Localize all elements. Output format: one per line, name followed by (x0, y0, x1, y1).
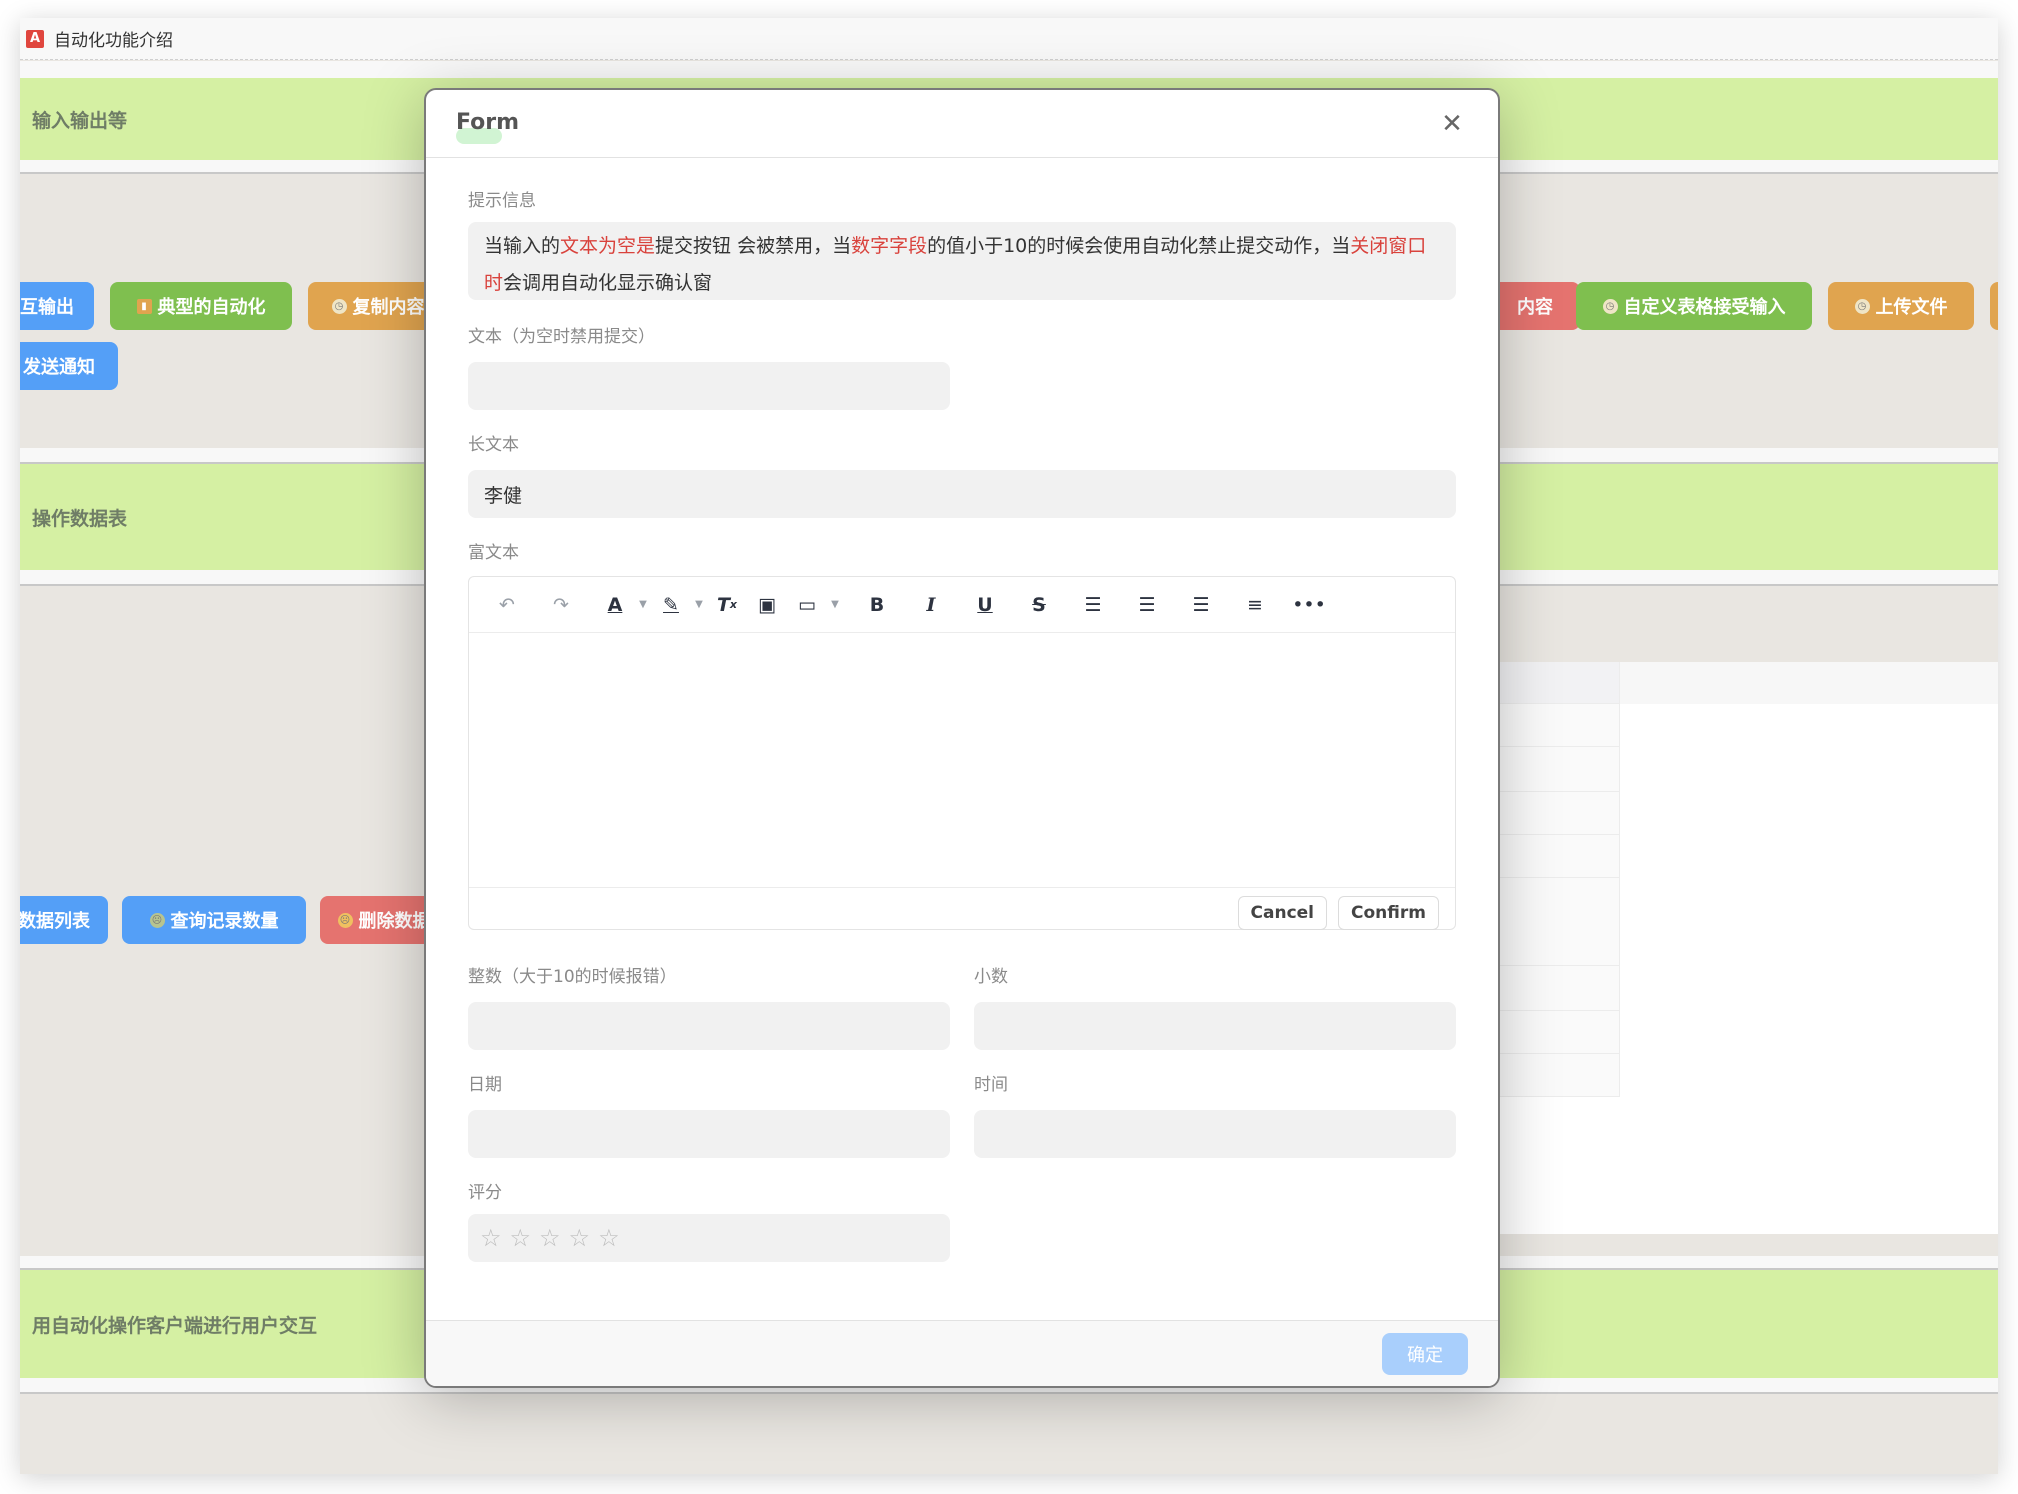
bg-button-partial[interactable] (1990, 282, 1998, 330)
dialog-footer: 确定 (426, 1320, 1498, 1386)
table-cell (1498, 1011, 1620, 1054)
rating-input[interactable]: ☆ ☆ ☆ ☆ ☆ (468, 1214, 950, 1262)
hint-highlight-text: 数字字段 (851, 235, 928, 257)
bg-button-notify[interactable]: 发送通知 (20, 342, 118, 390)
long-text-field[interactable] (468, 470, 1456, 518)
embed-dropdown-icon[interactable]: ▼ (827, 585, 843, 625)
section-body-interaction (20, 1394, 1998, 1474)
clock-icon: ◷ (1854, 298, 1870, 314)
time-label: 时间 (974, 1075, 1008, 1095)
font-color-dropdown-icon[interactable]: ▼ (635, 585, 651, 625)
star-icon[interactable]: ☆ (539, 1224, 561, 1252)
star-icon[interactable]: ☆ (480, 1224, 502, 1252)
integer-field[interactable] (468, 1002, 950, 1050)
section-label: 操作数据表 (32, 507, 128, 530)
bg-button-content[interactable]: 内容 (1490, 282, 1580, 330)
redo-icon[interactable]: ↷ (541, 585, 581, 625)
chart-icon: ▮ (136, 298, 152, 314)
time-field[interactable] (974, 1110, 1456, 1158)
dialog-title: Form (456, 110, 520, 135)
ok-button[interactable]: 确定 (1382, 1333, 1468, 1375)
star-icon[interactable]: ☆ (510, 1224, 532, 1252)
hint-highlight-text: 文本为空是 (560, 235, 656, 257)
more-icon[interactable]: ••• (1289, 585, 1329, 625)
rich-text-label: 富文本 (468, 543, 519, 563)
clock-icon: ◷ (331, 298, 347, 314)
table-cell (1498, 792, 1620, 835)
bold-icon[interactable]: B (857, 585, 897, 625)
bg-data-table (1498, 614, 1998, 1234)
rich-text-footer: Cancel Confirm (469, 887, 1455, 931)
bg-button-typical-automation[interactable]: ▮ 典型的自动化 (110, 282, 292, 330)
underline-icon[interactable]: U (965, 585, 1005, 625)
decimal-label: 小数 (974, 967, 1008, 987)
dialog-header: Form ✕ (426, 90, 1498, 158)
hint-label: 提示信息 (468, 191, 536, 211)
table-toolbar (1498, 614, 1998, 662)
table-cell (1498, 704, 1620, 747)
font-color-icon[interactable]: A (595, 585, 635, 625)
highlight-dropdown-icon[interactable]: ▼ (691, 585, 707, 625)
rich-text-toolbar: ↶ ↷ A ▼ ✎ ▼ Tx ▣ ▭ ▼ B I U S ☰ ☰ ☰ ≡ ••• (469, 577, 1455, 633)
decimal-field[interactable] (974, 1002, 1456, 1050)
justify-icon[interactable]: ≡ (1235, 585, 1275, 625)
face-icon: ☹ (337, 912, 353, 928)
section-label: 输入输出等 (32, 109, 128, 132)
align-left-icon[interactable]: ☰ (1073, 585, 1113, 625)
hint-text: 的值小于10的时候会使用自动化禁止提交动作，当 (927, 235, 1351, 257)
table-cell (1498, 662, 1620, 704)
hint-box: 当输入的文本为空是提交按钮 会被禁用，当数字字段的值小于10的时候会使用自动化禁… (468, 222, 1456, 300)
rating-label: 评分 (468, 1183, 502, 1203)
date-label: 日期 (468, 1075, 502, 1095)
integer-label: 整数（大于10的时候报错） (468, 967, 677, 987)
section-label: 用自动化操作客户端进行用户交互 (32, 1314, 318, 1337)
undo-icon[interactable]: ↶ (487, 585, 527, 625)
highlight-icon[interactable]: ✎ (651, 585, 691, 625)
table-cell (1498, 966, 1620, 1011)
embed-icon[interactable]: ▭ (787, 585, 827, 625)
table-cell (1498, 878, 1620, 966)
hint-text: 当输入的 (484, 235, 561, 257)
rich-text-confirm-button[interactable]: Confirm (1338, 896, 1439, 930)
clear-format-icon[interactable]: Tx (707, 585, 747, 625)
rich-text-cancel-button[interactable]: Cancel (1237, 896, 1327, 930)
strikethrough-icon[interactable]: S (1019, 585, 1059, 625)
text-field[interactable] (468, 362, 950, 410)
app-title: 自动化功能介绍 (54, 31, 173, 51)
rich-text-content[interactable] (469, 633, 1455, 887)
clock-icon: ◷ (1602, 298, 1618, 314)
star-icon[interactable]: ☆ (598, 1224, 620, 1252)
bg-button-data-list[interactable]: 数据列表 (20, 896, 108, 944)
align-right-icon[interactable]: ☰ (1181, 585, 1221, 625)
close-icon[interactable]: ✕ (1434, 106, 1470, 142)
form-dialog: Form ✕ 提示信息 当输入的文本为空是提交按钮 会被禁用，当数字字段的值小于… (424, 88, 1500, 1388)
hint-text: 提交按钮 会被禁用，当 (655, 235, 852, 257)
align-center-icon[interactable]: ☰ (1127, 585, 1167, 625)
image-icon[interactable]: ▣ (747, 585, 787, 625)
bg-button-query-count[interactable]: ☹ 查询记录数量 (122, 896, 306, 944)
table-cell (1498, 1054, 1620, 1097)
text-field-label: 文本（为空时禁用提交） (468, 327, 655, 347)
hint-text: 会调用自动化显示确认窗 (503, 272, 713, 294)
rich-text-editor: ↶ ↷ A ▼ ✎ ▼ Tx ▣ ▭ ▼ B I U S ☰ ☰ ☰ ≡ •••… (468, 576, 1456, 930)
date-field[interactable] (468, 1110, 950, 1158)
face-icon: ☹ (149, 912, 165, 928)
long-text-label: 长文本 (468, 435, 519, 455)
bg-button-upload[interactable]: ◷ 上传文件 (1828, 282, 1974, 330)
star-icon[interactable]: ☆ (569, 1224, 591, 1252)
bg-button-io[interactable]: 互输出 (20, 282, 94, 330)
table-cell (1498, 835, 1620, 878)
title-bar: A 自动化功能介绍 (20, 18, 1998, 60)
italic-icon[interactable]: I (911, 585, 951, 625)
table-cell (1498, 747, 1620, 792)
bg-button-custom-table[interactable]: ◷ 自定义表格接受输入 (1576, 282, 1812, 330)
app-logo-icon: A (26, 29, 44, 48)
